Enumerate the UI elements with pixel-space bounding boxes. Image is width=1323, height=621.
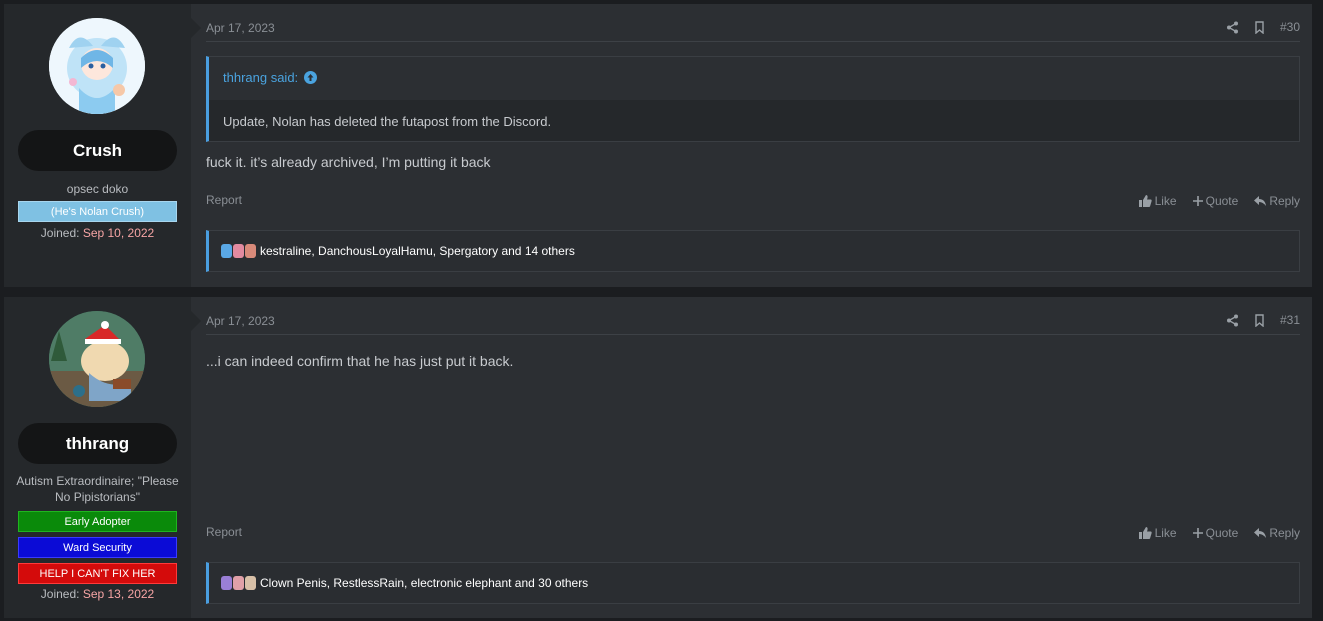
reaction-icon	[233, 576, 244, 590]
username[interactable]: Crush	[18, 130, 177, 171]
user-banner-early-adopter: Early Adopter	[18, 511, 177, 532]
bookmark-icon[interactable]	[1253, 20, 1266, 34]
joined-label: Joined:	[40, 587, 80, 601]
like-label: Like	[1154, 526, 1177, 540]
quote-author[interactable]: thhrang said:	[223, 70, 298, 85]
user-title: opsec doko	[66, 182, 129, 196]
joined-date: Sep 10, 2022	[82, 226, 155, 240]
reply-label: Reply	[1269, 194, 1300, 208]
quote-text: Update, Nolan has deleted the futapost f…	[209, 100, 1299, 141]
quote-button[interactable]: Quote	[1192, 526, 1239, 540]
plus-icon	[1192, 528, 1203, 538]
post-header: Apr 17, 2023 #30	[206, 4, 1300, 42]
reaction-icon	[245, 576, 256, 590]
post-message: ...i can indeed confirm that he has just…	[206, 353, 514, 369]
username[interactable]: thhrang	[18, 423, 177, 464]
user-cell: thhrang Autism Extraordinaire; "Please N…	[4, 297, 201, 618]
reaction-icon	[233, 244, 244, 258]
quote-block: thhrang said: Update, Nolan has deleted …	[206, 56, 1300, 142]
quote-header[interactable]: thhrang said:	[223, 70, 318, 85]
quote-button[interactable]: Quote	[1192, 194, 1239, 208]
joined-info: Joined: Sep 10, 2022	[4, 226, 191, 240]
post-message: fuck it. it’s already archived, I’m putt…	[206, 154, 491, 170]
post-footer: Report Like Quote Reply	[206, 193, 1300, 213]
avatar[interactable]	[49, 311, 145, 407]
quote-label: Quote	[1205, 526, 1239, 540]
reply-label: Reply	[1269, 526, 1300, 540]
reactions-bar[interactable]: kestraline, DanchousLoyalHamu, Spergator…	[206, 230, 1300, 272]
share-icon[interactable]	[1226, 314, 1239, 327]
reactions-bar[interactable]: Clown Penis, RestlessRain, electronic el…	[206, 562, 1300, 604]
report-link[interactable]: Report	[206, 193, 242, 207]
avatar[interactable]	[49, 18, 145, 114]
post-date[interactable]: Apr 17, 2023	[206, 314, 275, 328]
post-30: Crush opsec doko (He's Nolan Crush) Join…	[4, 4, 1312, 287]
post-header: Apr 17, 2023 #31	[206, 297, 1300, 335]
user-banner-help: HELP I CAN'T FIX HER	[18, 563, 177, 584]
joined-info: Joined: Sep 13, 2022	[4, 587, 191, 601]
user-banner-ward-security: Ward Security	[18, 537, 177, 558]
thumbs-up-icon	[1138, 195, 1152, 207]
post-actions: Like Quote Reply	[1138, 526, 1300, 540]
bookmark-icon[interactable]	[1253, 313, 1266, 327]
reply-icon	[1254, 528, 1267, 538]
post-header-actions: #30	[1226, 20, 1300, 34]
reaction-icon	[245, 244, 256, 258]
reply-button[interactable]: Reply	[1254, 194, 1300, 208]
post-main: Apr 17, 2023 #31 ...i can indeed confirm…	[206, 297, 1300, 618]
post-number[interactable]: #31	[1280, 313, 1300, 327]
like-label: Like	[1154, 194, 1177, 208]
reply-button[interactable]: Reply	[1254, 526, 1300, 540]
plus-icon	[1192, 196, 1203, 206]
post-number[interactable]: #30	[1280, 20, 1300, 34]
post-main: Apr 17, 2023 #30 thhrang said: Update, N…	[206, 4, 1300, 287]
like-button[interactable]: Like	[1138, 194, 1177, 208]
user-cell: Crush opsec doko (He's Nolan Crush) Join…	[4, 4, 201, 287]
joined-date: Sep 13, 2022	[82, 587, 155, 601]
reply-icon	[1254, 196, 1267, 206]
post-header-actions: #31	[1226, 313, 1300, 327]
joined-label: Joined:	[40, 226, 80, 240]
quote-label: Quote	[1205, 194, 1239, 208]
post-actions: Like Quote Reply	[1138, 194, 1300, 208]
report-link[interactable]: Report	[206, 525, 242, 539]
thumbs-up-icon	[1138, 527, 1152, 539]
reaction-icon	[221, 576, 232, 590]
reaction-icons	[221, 244, 256, 258]
share-icon[interactable]	[1226, 21, 1239, 34]
reaction-icon	[221, 244, 232, 258]
user-title: Autism Extraordinaire; "Please No Pipist…	[16, 474, 179, 504]
user-banner: (He's Nolan Crush)	[18, 201, 177, 222]
arrow-up-circle-icon[interactable]	[304, 71, 318, 84]
post-31: thhrang Autism Extraordinaire; "Please N…	[4, 297, 1312, 618]
post-date[interactable]: Apr 17, 2023	[206, 21, 275, 35]
like-button[interactable]: Like	[1138, 526, 1177, 540]
reactions-summary[interactable]: Clown Penis, RestlessRain, electronic el…	[260, 576, 588, 590]
reactions-summary[interactable]: kestraline, DanchousLoyalHamu, Spergator…	[260, 244, 575, 258]
reaction-icons	[221, 576, 256, 590]
post-footer: Report Like Quote Reply	[206, 525, 1300, 545]
